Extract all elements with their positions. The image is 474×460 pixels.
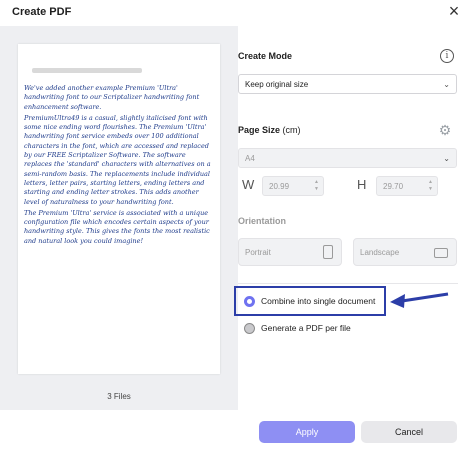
- combine-label[interactable]: Combine into single document: [261, 296, 375, 306]
- landscape-button[interactable]: Landscape: [353, 238, 457, 266]
- page-size-title: Page Size: [238, 125, 281, 135]
- width-value: 20.99: [269, 182, 290, 191]
- divider: [238, 283, 458, 284]
- create-mode-value: Keep original size: [245, 80, 309, 89]
- cancel-button[interactable]: Cancel: [361, 421, 457, 443]
- page-size-value: A4: [245, 154, 255, 163]
- orientation-label: Orientation: [238, 216, 287, 226]
- height-input[interactable]: 29.70 ▲ ▼: [376, 176, 438, 196]
- handwriting-paragraph: The Premium 'Ultra' service is associate…: [24, 208, 210, 245]
- handwriting-paragraph: We've added another example Premium 'Ult…: [24, 84, 200, 111]
- title-bar: Create PDF ×: [0, 0, 474, 26]
- files-count: 3 Files: [107, 392, 131, 401]
- page-size-unit: (cm): [282, 125, 301, 135]
- per-file-label[interactable]: Generate a PDF per file: [261, 323, 351, 333]
- gear-icon[interactable]: ⚙: [438, 123, 452, 137]
- info-icon[interactable]: i: [440, 49, 454, 63]
- page-size-label: Page Size (cm): [238, 125, 301, 135]
- create-mode-label: Create Mode: [238, 51, 293, 61]
- width-letter: W: [242, 177, 255, 192]
- portrait-label: Portrait: [245, 248, 271, 257]
- dialog-title: Create PDF: [12, 6, 72, 18]
- page-preview: We've added another example Premium 'Ult…: [18, 44, 220, 374]
- handwriting-text: We've added another example Premium 'Ult…: [24, 84, 214, 248]
- page-size-select[interactable]: A4 ⌄: [238, 148, 457, 168]
- height-letter: H: [357, 177, 367, 192]
- width-stepper[interactable]: ▲ ▼: [314, 179, 319, 193]
- combine-radio[interactable]: [244, 296, 255, 307]
- height-stepper[interactable]: ▲ ▼: [428, 179, 433, 193]
- portrait-icon: [323, 245, 333, 259]
- arrow-pointer-icon: [390, 292, 449, 308]
- per-file-radio[interactable]: [244, 323, 255, 334]
- landscape-label: Landscape: [360, 248, 400, 257]
- portrait-button[interactable]: Portrait: [238, 238, 342, 266]
- handwriting-paragraph: PremiumUltra49 is a casual, slightly ita…: [24, 113, 211, 206]
- chevron-down-icon: ⌄: [443, 154, 450, 163]
- apply-button[interactable]: Apply: [259, 421, 355, 443]
- height-value: 29.70: [383, 182, 404, 191]
- chevron-down-icon: ⌄: [443, 80, 450, 89]
- width-input[interactable]: 20.99 ▲ ▼: [262, 176, 324, 196]
- close-icon[interactable]: ×: [444, 2, 464, 22]
- create-mode-select[interactable]: Keep original size ⌄: [238, 74, 457, 94]
- landscape-icon: [434, 248, 448, 258]
- preview-panel: We've added another example Premium 'Ult…: [0, 26, 238, 410]
- page-header-placeholder: [32, 68, 142, 73]
